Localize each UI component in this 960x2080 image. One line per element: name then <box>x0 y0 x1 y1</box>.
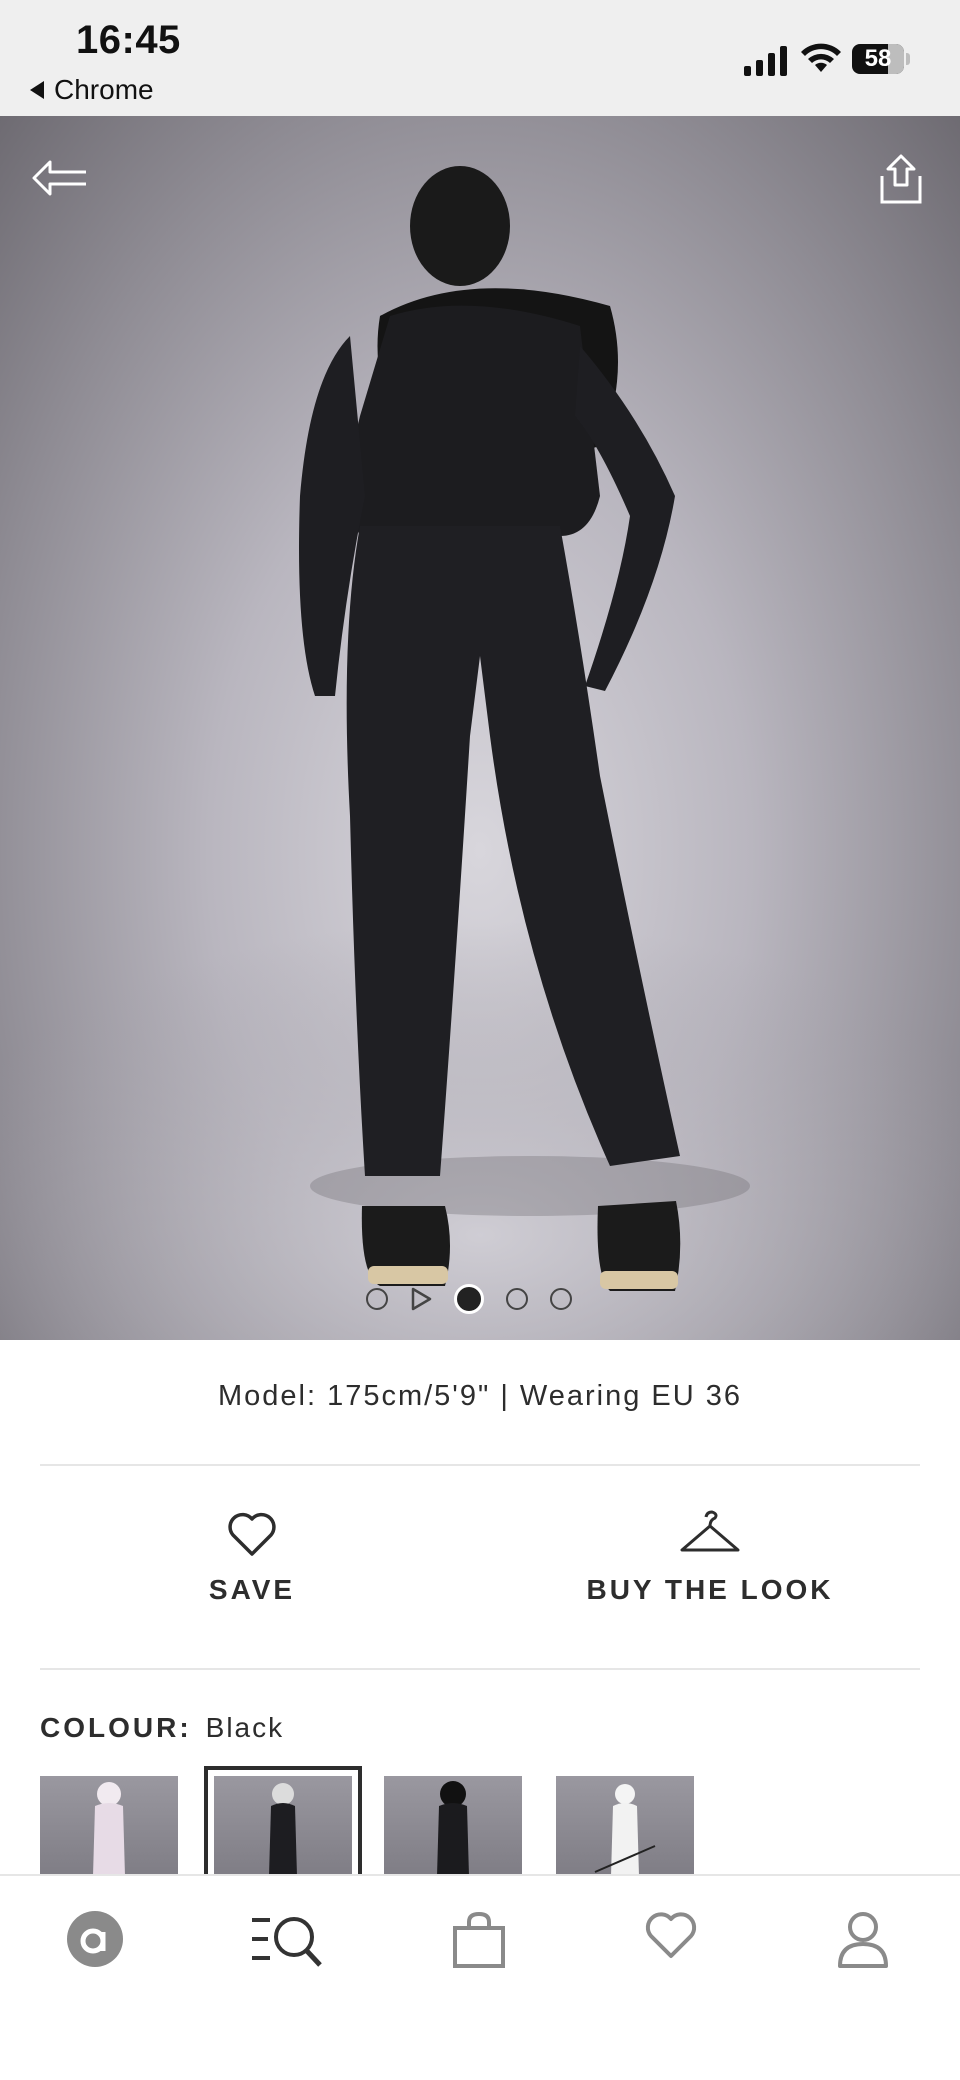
status-bar: 16:45 Chrome 58 <box>0 0 960 116</box>
buy-the-look-button[interactable]: BUY THE LOOK <box>580 1510 840 1606</box>
back-app-label: Chrome <box>54 74 154 105</box>
nav-account[interactable] <box>836 1910 890 1973</box>
hanger-icon <box>680 1510 740 1552</box>
carousel-dot-active[interactable] <box>454 1284 484 1314</box>
carousel-dot[interactable] <box>366 1288 388 1310</box>
model-photo <box>0 166 960 1340</box>
model-info: Model: 175cm/5'9" | Wearing EU 36 <box>217 1380 743 1412</box>
save-label: SAVE <box>208 1574 296 1605</box>
swatch-figure <box>437 1781 469 1876</box>
image-carousel-indicator[interactable] <box>366 1284 572 1314</box>
account-icon <box>838 1912 888 1968</box>
share-icon[interactable] <box>876 152 926 206</box>
carousel-dot[interactable] <box>506 1288 528 1310</box>
bag-icon <box>453 1911 505 1968</box>
heart-outline-icon <box>228 1512 276 1556</box>
swatch-figure <box>594 1784 656 1876</box>
colour-row: COLOUR: Black <box>40 1712 284 1744</box>
nav-home[interactable] <box>66 1910 124 1973</box>
save-button[interactable]: SAVE <box>182 1510 322 1606</box>
colour-label: COLOUR: <box>40 1712 192 1743</box>
nav-search[interactable] <box>250 1910 324 1973</box>
nav-bag[interactable] <box>452 1910 506 1973</box>
swatch-figure <box>93 1782 125 1876</box>
colour-value: Black <box>205 1712 285 1743</box>
wifi-icon <box>801 43 841 72</box>
nav-saved[interactable] <box>644 1910 698 1965</box>
saved-icon <box>645 1912 697 1958</box>
divider <box>40 1464 920 1466</box>
bottom-navigation <box>0 1874 960 2080</box>
status-time: 16:45 <box>76 18 181 62</box>
swatch-figure <box>269 1783 297 1876</box>
colour-swatch-black[interactable] <box>204 1766 362 1886</box>
battery-level: 58 <box>864 45 892 72</box>
signal-icon <box>744 44 787 76</box>
colour-swatch-white[interactable] <box>556 1776 694 1876</box>
divider <box>40 1668 920 1670</box>
buy-the-look-label: BUY THE LOOK <box>586 1574 834 1605</box>
video-play-icon[interactable] <box>410 1287 432 1311</box>
search-icon <box>252 1917 322 1967</box>
back-to-app-link[interactable]: Chrome <box>30 74 154 106</box>
colour-swatch-black-fur[interactable] <box>384 1776 522 1876</box>
colour-swatch-white-fur[interactable] <box>40 1776 178 1876</box>
carousel-dot[interactable] <box>550 1288 572 1310</box>
product-image[interactable]: 1K <box>0 116 960 1340</box>
home-icon <box>67 1911 123 1967</box>
battery-icon: 58 <box>852 44 904 74</box>
back-triangle-icon <box>30 81 44 99</box>
back-arrow-icon[interactable] <box>30 156 90 200</box>
